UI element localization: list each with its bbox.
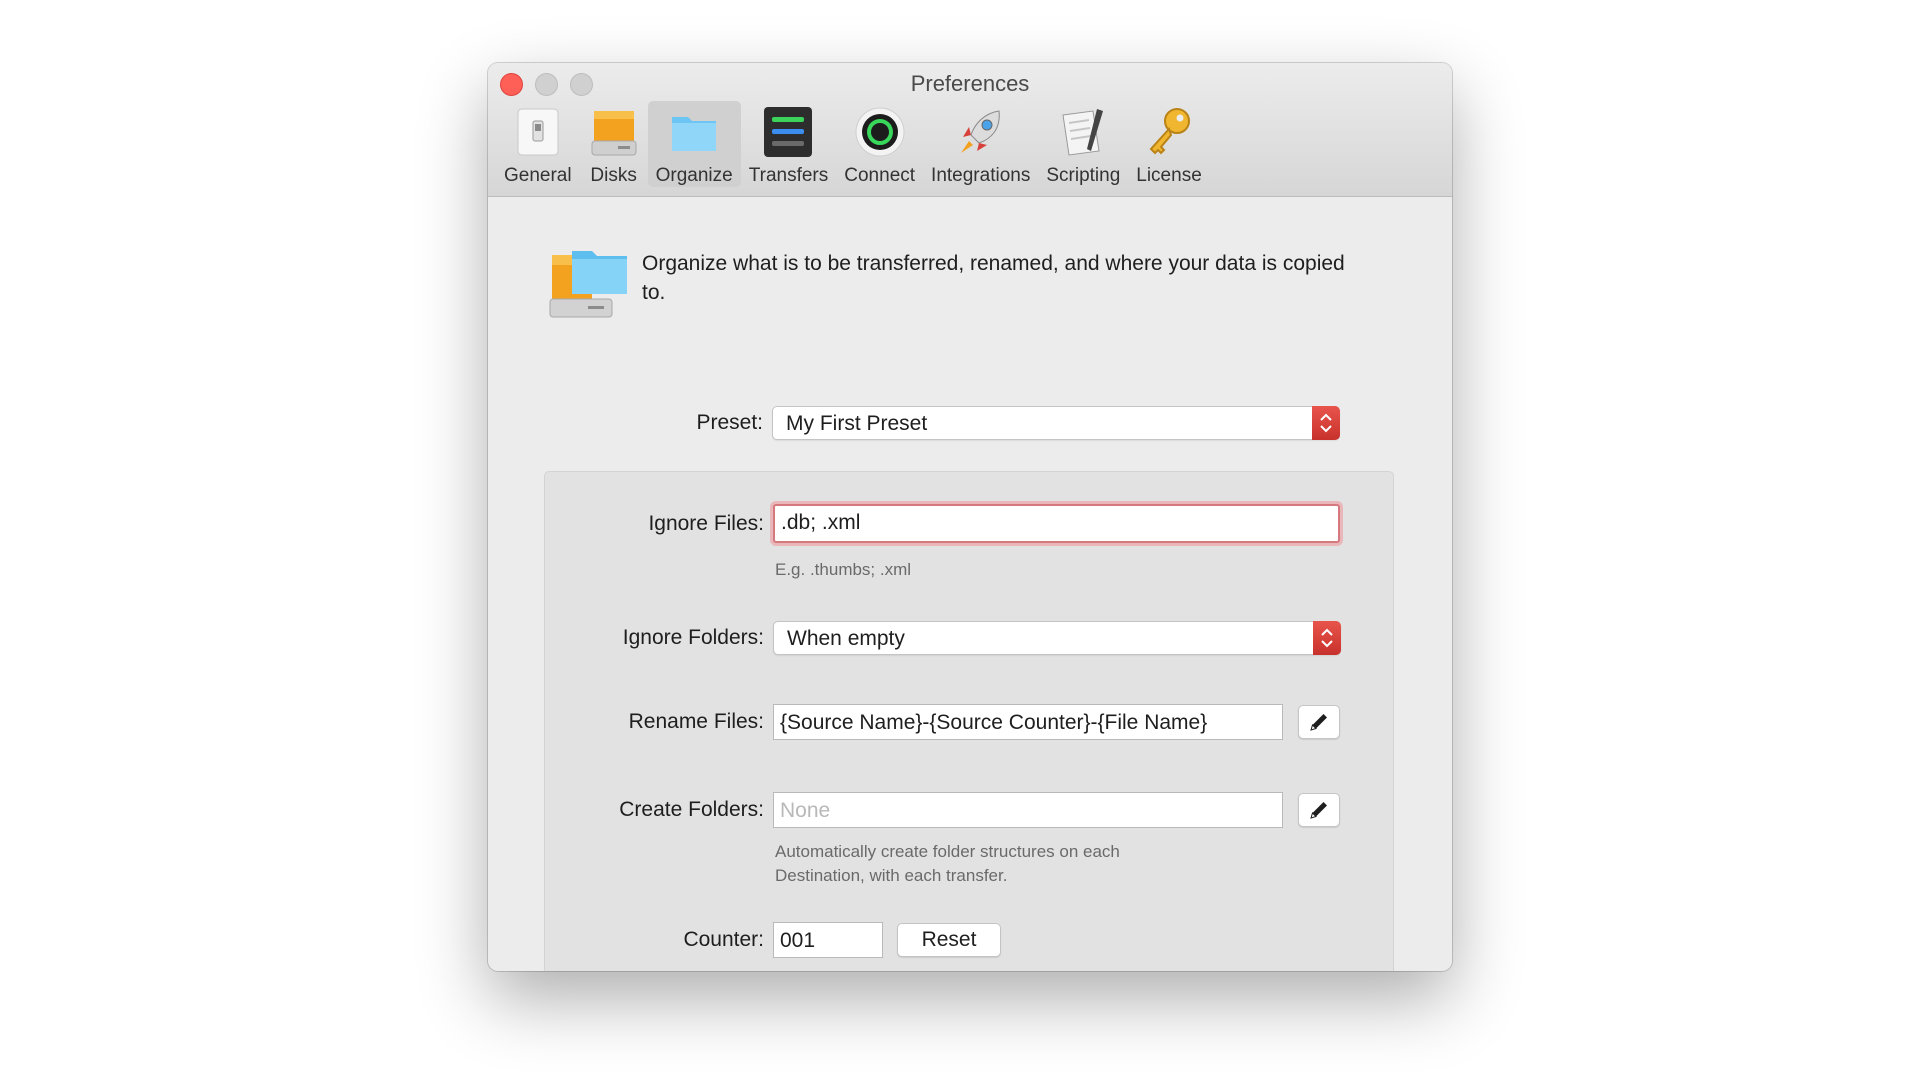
rename-files-input[interactable]: {Source Name}-{Source Counter}-{File Nam…	[773, 704, 1283, 740]
tab-transfers[interactable]: Transfers	[741, 101, 837, 187]
counter-input[interactable]: 001	[773, 922, 883, 958]
rename-files-row: Rename Files: {Source Name}-{Source Coun…	[545, 704, 1340, 740]
tab-license[interactable]: License	[1128, 101, 1210, 187]
rename-files-edit-button[interactable]	[1298, 705, 1340, 739]
preset-label: Preset:	[696, 411, 763, 434]
create-folders-edit-button[interactable]	[1298, 793, 1340, 827]
preset-select[interactable]: My First Preset	[772, 406, 1340, 440]
hard-disk-icon	[588, 105, 640, 159]
counter-row: Counter: 001 Reset	[545, 922, 1001, 958]
key-icon	[1143, 105, 1195, 159]
organize-settings-panel: Ignore Files: .db; .xml E.g. .thumbs; .x…	[544, 471, 1394, 971]
light-switch-icon	[512, 105, 564, 159]
title-bar: Preferences General Disks Organize Trans…	[488, 63, 1452, 197]
preset-stepper[interactable]	[1312, 406, 1340, 440]
pencil-icon	[1310, 714, 1327, 731]
organize-pane: Organize what is to be transferred, rena…	[488, 197, 1452, 971]
connect-ring-icon	[854, 105, 906, 159]
pencil-icon	[1310, 802, 1327, 819]
tab-organize[interactable]: Organize	[647, 101, 741, 187]
ignore-folders-stepper[interactable]	[1313, 621, 1341, 655]
intro-description: Organize what is to be transferred, rena…	[642, 252, 1345, 304]
preferences-toolbar: General Disks Organize Transfers Connect…	[496, 101, 1210, 187]
ignore-folders-row: Ignore Folders: When empty	[545, 621, 1341, 655]
create-folders-hint: Automatically create folder structures o…	[775, 842, 1120, 885]
preferences-window: Preferences General Disks Organize Trans…	[488, 63, 1452, 971]
preset-row: Preset: My First Preset	[488, 406, 1340, 440]
ignore-files-label: Ignore Files:	[648, 511, 764, 535]
updown-chevron-icon	[1320, 413, 1332, 433]
create-folders-row: Create Folders: None	[545, 792, 1340, 828]
window-title: Preferences	[910, 71, 1030, 96]
updown-chevron-icon	[1321, 628, 1333, 648]
tab-label: Transfers	[748, 165, 829, 186]
tab-label: General	[504, 165, 572, 186]
create-folders-label: Create Folders:	[619, 798, 764, 821]
tab-scripting[interactable]: Scripting	[1038, 101, 1128, 187]
rocket-icon	[955, 105, 1007, 159]
create-folders-input[interactable]: None	[773, 792, 1283, 828]
intro-section: Organize what is to be transferred, rena…	[548, 247, 1362, 328]
tab-label: Integrations	[931, 165, 1031, 186]
organize-disk-folder-icon	[548, 247, 628, 328]
tab-integrations[interactable]: Integrations	[923, 101, 1038, 187]
tab-label: Scripting	[1046, 165, 1121, 186]
counter-label: Counter:	[683, 928, 764, 951]
preset-value: My First Preset	[786, 412, 928, 435]
ignore-folders-select[interactable]: When empty	[773, 621, 1341, 655]
ignore-files-input[interactable]: .db; .xml	[773, 504, 1340, 543]
counter-reset-button[interactable]: Reset	[897, 923, 1001, 957]
tab-label: Connect	[844, 165, 916, 186]
tab-disks[interactable]: Disks	[580, 101, 648, 187]
ignore-files-row: Ignore Files: .db; .xml	[545, 504, 1340, 543]
folder-icon	[668, 105, 720, 159]
ignore-folders-value: When empty	[787, 627, 905, 650]
script-pen-icon	[1057, 105, 1109, 159]
tab-connect[interactable]: Connect	[836, 101, 923, 187]
rename-files-label: Rename Files:	[628, 710, 764, 733]
ignore-folders-label: Ignore Folders:	[622, 626, 764, 649]
transfers-icon	[762, 105, 814, 159]
tab-label: Disks	[590, 165, 637, 186]
tab-label: Organize	[655, 165, 733, 186]
ignore-files-hint: E.g. .thumbs; .xml	[775, 560, 912, 579]
tab-general[interactable]: General	[496, 101, 580, 187]
tab-label: License	[1136, 165, 1202, 186]
